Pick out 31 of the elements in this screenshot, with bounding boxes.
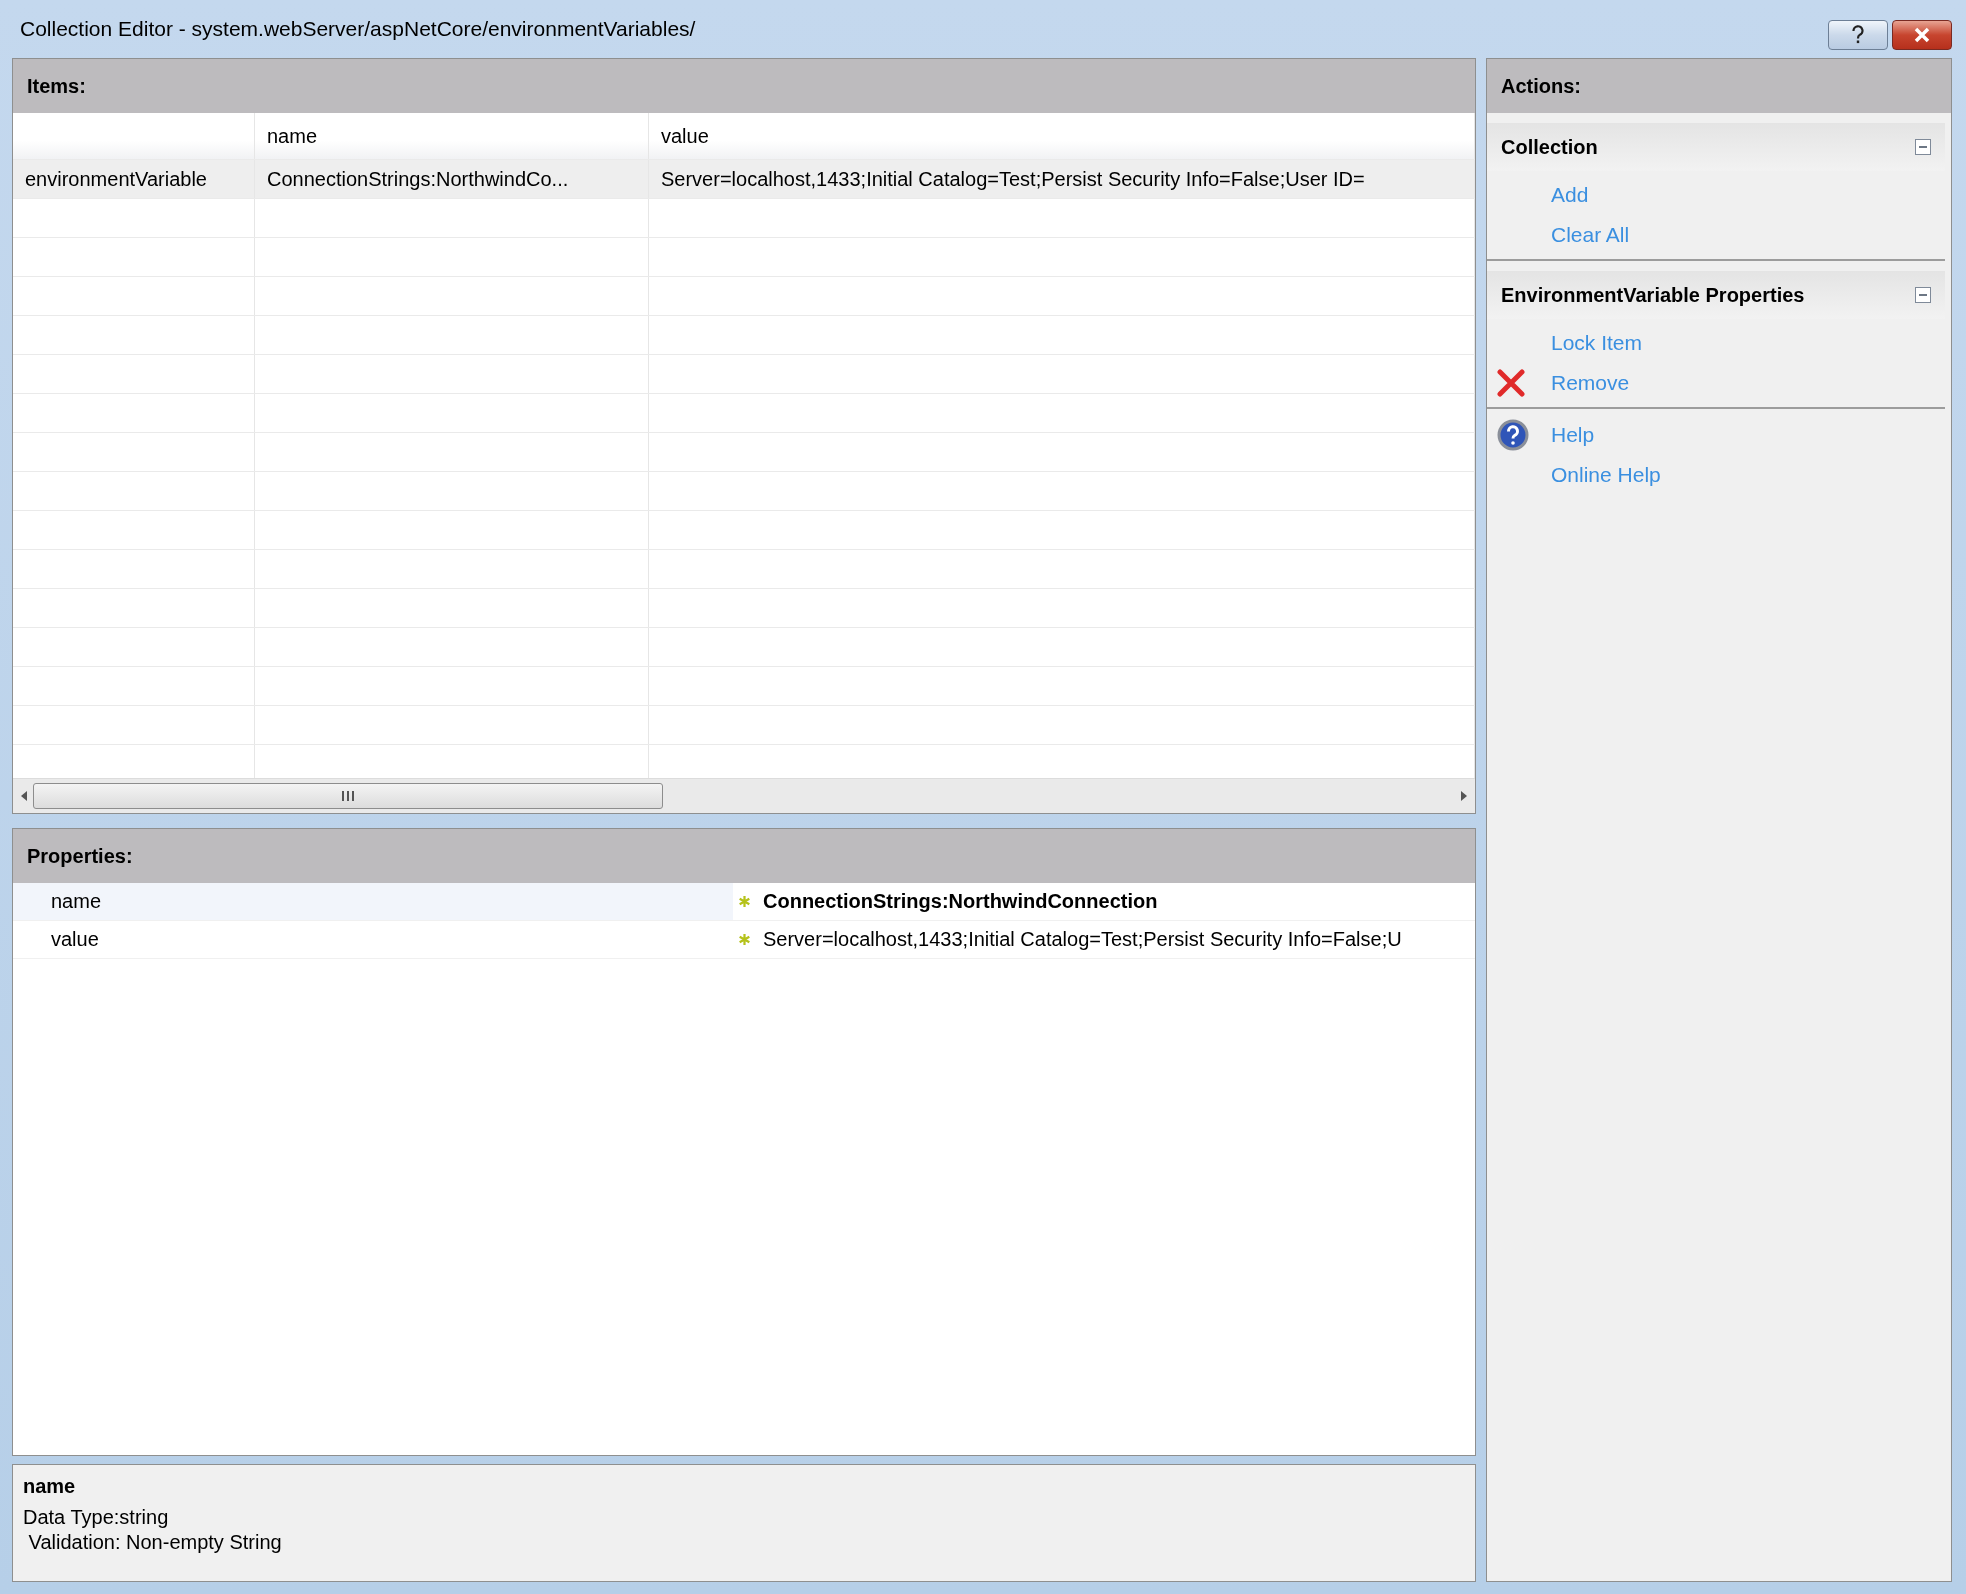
description-text: Validation: Non-empty String (27, 1531, 283, 1554)
description-title: name (23, 1475, 77, 1498)
description-text: Data Type:string (23, 1506, 170, 1529)
table-cell: ConnectionStrings:NorthwindCo... (255, 160, 649, 198)
close-icon (1913, 27, 1931, 43)
property-value[interactable]: Server=localhost,1433;Initial Catalog=Test;Persist Security Info=False;U (755, 928, 1475, 951)
scrollbar-thumb[interactable] (33, 783, 663, 809)
table-cell: Server=localhost,1433;Initial Catalog=Test;Persist Security Info=False;User ID= (649, 160, 1475, 198)
property-value[interactable]: ConnectionStrings:NorthwindConnection (755, 890, 1475, 913)
group-title: EnvironmentVariable Properties (1501, 283, 1805, 307)
remove-icon (1497, 369, 1525, 397)
grip-icon (341, 790, 355, 802)
help-icon (1851, 25, 1865, 45)
table-row[interactable]: environmentVariable ConnectionStrings:NorthwindCo... Server=localhost,1433;Initial Catalog=Test;Persist Security Info=False;User ID= (13, 160, 1475, 199)
property-name[interactable]: name (13, 883, 733, 920)
table-cell: environmentVariable (13, 160, 255, 198)
window-title: Collection Editor - system.webServer/aspNetCore/environmentVariables/ (20, 17, 696, 41)
close-button[interactable] (1892, 20, 1952, 50)
collapse-icon[interactable] (1915, 287, 1931, 303)
column-header[interactable]: value (649, 113, 1475, 159)
panel-header: Actions: (1487, 59, 1951, 113)
scroll-right-icon[interactable] (1459, 790, 1469, 802)
panel-header: Items: (13, 59, 1475, 113)
horizontal-scrollbar[interactable] (13, 778, 1475, 813)
panel-header: Properties: (13, 829, 1475, 883)
column-header[interactable]: name (255, 113, 649, 159)
group-title: Collection (1501, 135, 1598, 159)
help-button[interactable] (1828, 20, 1888, 50)
scroll-left-icon[interactable] (19, 790, 29, 802)
collapse-icon[interactable] (1915, 139, 1931, 155)
help-icon (1497, 419, 1529, 451)
